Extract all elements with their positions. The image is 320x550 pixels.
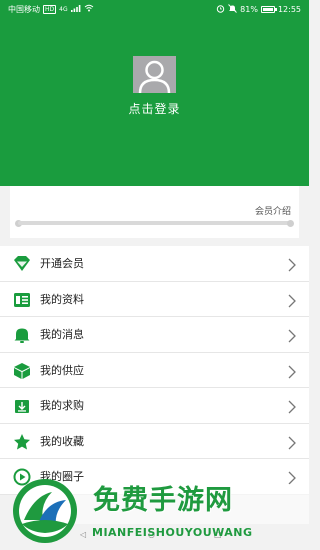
menu-label: 我的供应 xyxy=(40,363,84,377)
login-button[interactable]: 点击登录 xyxy=(0,100,309,117)
status-right: 81% 12:55 xyxy=(216,3,301,15)
hd-badge: HD xyxy=(43,4,57,14)
watermark: 免费手游网 MIANFEISHOUYOUWANG xyxy=(0,468,309,550)
battery-percent: 81% xyxy=(240,4,258,14)
chevron-right-icon xyxy=(288,399,296,414)
alarm-icon xyxy=(216,4,225,15)
avatar[interactable] xyxy=(133,56,176,93)
mute-icon xyxy=(228,3,238,15)
profile-card-icon xyxy=(13,291,31,309)
progress-end-dot xyxy=(287,220,294,227)
menu-item-purchase[interactable]: 我的求购 xyxy=(0,388,309,424)
menu-label: 开通会员 xyxy=(40,257,84,271)
menu-list: 开通会员 我的资料 我的消息 我的供应 我的求购 我的收藏 我的圈子 xyxy=(0,246,309,495)
box-icon xyxy=(13,362,31,380)
member-card: 会员介绍 xyxy=(10,186,299,238)
menu-label: 我的收藏 xyxy=(40,434,84,448)
chevron-right-icon xyxy=(288,364,296,378)
star-icon xyxy=(13,433,31,451)
menu-item-supply[interactable]: 我的供应 xyxy=(0,353,309,388)
wifi-icon xyxy=(84,4,94,14)
chevron-right-icon xyxy=(288,293,296,307)
status-left: 中国移动 HD 4G xyxy=(8,4,94,15)
signal-icon xyxy=(70,4,81,14)
watermark-subtitle: MIANFEISHOUYOUWANG xyxy=(92,526,253,539)
chevron-right-icon xyxy=(288,257,296,272)
diamond-icon xyxy=(13,255,31,273)
menu-label: 我的求购 xyxy=(40,399,84,413)
chevron-right-icon xyxy=(288,328,296,343)
menu-item-profile[interactable]: 我的资料 xyxy=(0,282,309,317)
carrier-name: 中国移动 xyxy=(8,4,40,14)
network-type: 4G xyxy=(59,5,68,13)
menu-item-messages[interactable]: 我的消息 xyxy=(0,317,309,353)
profile-header: 点击登录 xyxy=(0,18,309,186)
menu-item-favorites[interactable]: 我的收藏 xyxy=(0,424,309,459)
member-intro-link[interactable]: 会员介绍 xyxy=(255,204,291,217)
watermark-logo xyxy=(10,476,80,546)
cart-icon xyxy=(13,397,31,415)
watermark-title: 免费手游网 xyxy=(93,485,233,516)
menu-item-vip[interactable]: 开通会员 xyxy=(0,246,309,282)
bell-icon xyxy=(13,326,31,344)
menu-label: 我的消息 xyxy=(40,328,84,342)
member-progress-track xyxy=(18,221,291,225)
menu-label: 我的资料 xyxy=(40,292,84,306)
battery-fill xyxy=(262,7,273,11)
status-bar: 中国移动 HD 4G 81% 12:55 xyxy=(0,0,309,18)
clock: 12:55 xyxy=(277,4,301,14)
battery-icon xyxy=(260,5,277,13)
chevron-right-icon xyxy=(288,435,296,449)
